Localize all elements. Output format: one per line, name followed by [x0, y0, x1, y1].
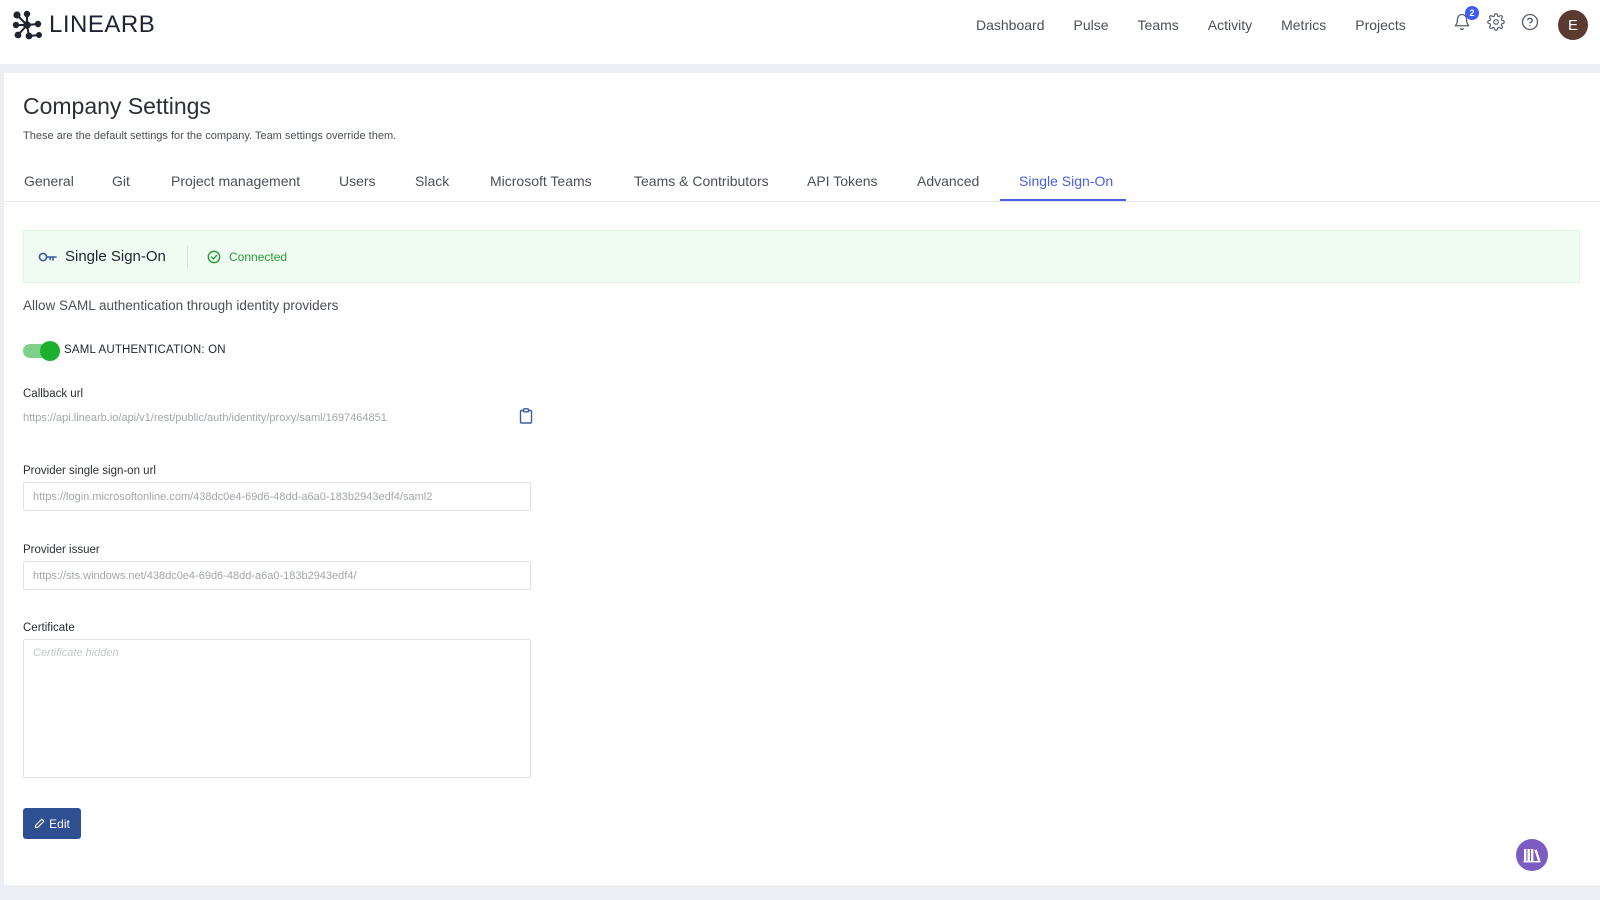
provider-issuer-label: Provider issuer: [23, 544, 100, 556]
saml-description: Allow SAML authentication through identi…: [23, 298, 339, 313]
tab-teams-contributors[interactable]: Teams & Contributors: [634, 173, 769, 189]
notification-count-badge: 2: [1465, 6, 1479, 20]
nav-item-projects[interactable]: Projects: [1355, 17, 1406, 33]
nav-icon-group: 2: [1452, 6, 1554, 32]
edit-button[interactable]: Edit: [23, 808, 81, 839]
gear-icon: [1487, 13, 1505, 31]
tab-api-tokens[interactable]: API Tokens: [807, 173, 878, 189]
provider-sso-url-label: Provider single sign-on url: [23, 465, 156, 477]
nav-item-activity[interactable]: Activity: [1208, 17, 1252, 33]
user-avatar[interactable]: E: [1558, 10, 1588, 40]
provider-sso-url-input[interactable]: [23, 482, 531, 511]
check-circle-icon: [207, 250, 221, 264]
callback-url-label: Callback url: [23, 388, 84, 400]
sso-connection-status: Connected: [229, 250, 288, 264]
callback-url-value: https://api.linearb.io/api/v1/rest/publi…: [23, 412, 387, 424]
help-widget-button[interactable]: [1516, 839, 1548, 871]
tab-slack[interactable]: Slack: [415, 173, 449, 189]
saml-toggle-label: SAML AUTHENTICATION: ON: [64, 344, 226, 356]
help-button[interactable]: [1520, 12, 1540, 32]
banner-divider: [187, 246, 188, 268]
linearb-logo[interactable]: LINEARB: [12, 10, 155, 40]
brand-name: LINEARB: [49, 11, 156, 38]
sso-status-banner: Single Sign-On Connected: [23, 230, 1580, 283]
toggle-knob: [40, 341, 60, 361]
nav-item-pulse[interactable]: Pulse: [1074, 17, 1109, 33]
nav-item-dashboard[interactable]: Dashboard: [976, 17, 1045, 33]
saml-authentication-toggle[interactable]: [23, 341, 60, 361]
help-circle-icon: [1521, 13, 1539, 31]
tab-git[interactable]: Git: [112, 173, 130, 189]
certificate-textarea[interactable]: [23, 639, 531, 778]
certificate-label: Certificate: [23, 622, 75, 634]
tab-users[interactable]: Users: [339, 173, 376, 189]
notifications-button[interactable]: 2: [1452, 6, 1479, 32]
settings-button[interactable]: [1486, 12, 1506, 32]
top-navigation-bar: LINEARB Dashboard Pulse Teams Activity M…: [0, 0, 1600, 64]
active-tab-indicator: [1000, 199, 1126, 201]
edit-button-label: Edit: [49, 816, 70, 831]
linearb-logo-icon: [12, 10, 42, 40]
pencil-icon: [35, 818, 45, 828]
tab-project-management[interactable]: Project management: [171, 173, 300, 189]
nav-item-teams[interactable]: Teams: [1138, 17, 1179, 33]
tab-microsoft-teams[interactable]: Microsoft Teams: [490, 173, 592, 189]
nav-item-metrics[interactable]: Metrics: [1281, 17, 1326, 33]
page-subtitle: These are the default settings for the c…: [23, 130, 397, 142]
tab-general[interactable]: General: [24, 173, 74, 189]
tab-single-sign-on[interactable]: Single Sign-On: [1019, 173, 1113, 189]
provider-issuer-input[interactable]: [23, 561, 531, 590]
clipboard-icon[interactable]: [519, 408, 533, 424]
settings-tabs: General Git Project management Users Sla…: [4, 163, 1600, 202]
tab-advanced[interactable]: Advanced: [917, 173, 979, 189]
main-nav: Dashboard Pulse Teams Activity Metrics P…: [976, 0, 1435, 50]
key-icon: [38, 252, 57, 262]
sso-title: Single Sign-On: [65, 248, 166, 265]
books-icon: [1523, 849, 1541, 863]
settings-card: Company Settings These are the default s…: [4, 73, 1600, 885]
page-title: Company Settings: [23, 93, 211, 119]
